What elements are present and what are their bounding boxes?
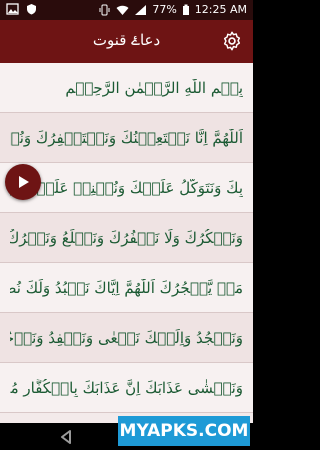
wifi-icon: [116, 5, 129, 15]
verse-text: بِكَ وَنَتَوَكَّلُ عَلَيۡكَ وَنُثۡنِيۡ ع…: [10, 178, 243, 197]
signal-icon: [135, 4, 147, 15]
shield-icon: [27, 4, 36, 15]
battery-percent: 77%: [152, 3, 177, 16]
verse-text: وَنَسۡجُدُ وَاِلَيۡكَ نَسۡعٰى وَنَحۡفِدُ…: [10, 328, 243, 347]
list-item: وَنَخۡشٰى عَذَابَكَ اِنَّ عَذَابَكَ بِال…: [0, 363, 253, 413]
list-item: وَنَشۡكُرُكَ وَلَا نَكۡفُرُكَ وَنَخۡلَعُ…: [0, 213, 253, 263]
verse-text: بِسۡمِ اللّٰهِ الرَّحۡمٰنِ الرَّحِيۡمِ: [65, 78, 243, 97]
verse-text: وَنَخۡشٰى عَذَابَكَ اِنَّ عَذَابَكَ بِال…: [10, 378, 243, 397]
image-icon: [6, 3, 19, 15]
gear-icon[interactable]: [221, 30, 243, 52]
watermark: MYAPKS.COM: [118, 416, 250, 446]
list-item: بِسۡمِ اللّٰهِ الرَّحۡمٰنِ الرَّحِيۡمِ: [0, 63, 253, 113]
verse-list[interactable]: بِسۡمِ اللّٰهِ الرَّحۡمٰنِ الرَّحِيۡمِ ا…: [0, 63, 253, 423]
verse-text: مَنۡ يَّفۡجُرُكَ اَللّٰهُمَّ اِيَّاكَ نَ…: [10, 278, 243, 297]
back-icon[interactable]: [60, 430, 72, 444]
battery-icon: [182, 4, 189, 15]
list-item: مَنۡ يَّفۡجُرُكَ اَللّٰهُمَّ اِيَّاكَ نَ…: [0, 263, 253, 313]
play-button[interactable]: [5, 164, 41, 200]
list-item: وَنَسۡجُدُ وَاِلَيۡكَ نَسۡعٰى وَنَحۡفِدُ…: [0, 313, 253, 363]
play-icon: [19, 176, 29, 188]
status-bar: 77% 12:25 AM: [0, 0, 253, 20]
verse-text: وَنَشۡكُرُكَ وَلَا نَكۡفُرُكَ وَنَخۡلَعُ…: [10, 228, 243, 247]
clock: 12:25 AM: [194, 3, 247, 16]
verse-text: اَللّٰهُمَّ اِنَّا نَسۡتَعِيۡنُكَ وَنَسۡ…: [10, 128, 243, 147]
list-item: اَللّٰهُمَّ اِنَّا نَسۡتَعِيۡنُكَ وَنَسۡ…: [0, 113, 253, 163]
app-bar: دعاۓ قنوت: [0, 20, 253, 63]
page-title: دعاۓ قنوت: [92, 31, 161, 49]
vibrate-icon: [99, 4, 110, 15]
